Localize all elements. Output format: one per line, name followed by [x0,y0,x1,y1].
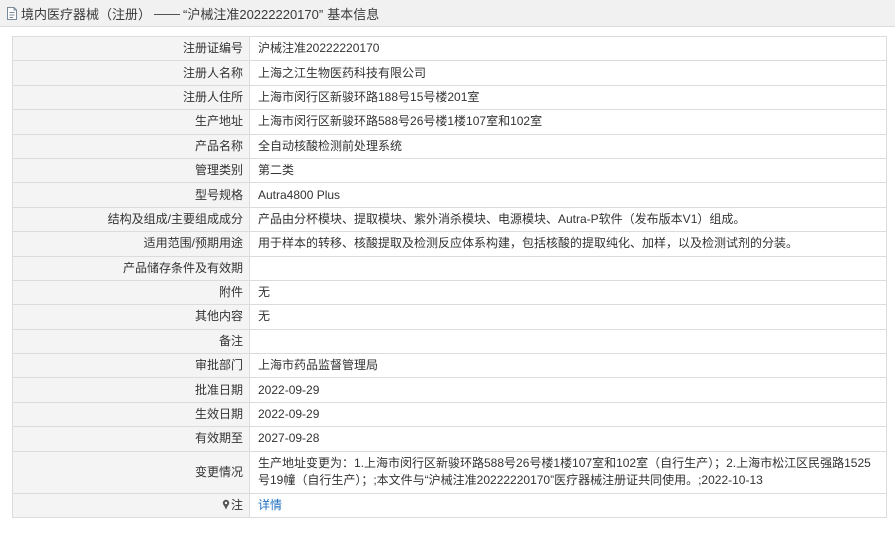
row-label: 注册人住所 [12,84,250,111]
row-value: 全自动核酸检测前处理系统 [249,133,887,159]
row-value [249,255,887,281]
page-header: 境内医疗器械（注册） —— “沪械注准20222220170” 基本信息 [0,0,895,27]
row-label-note: 注 [12,492,250,519]
table-row: 有效期至 2027-09-28 [12,426,887,452]
row-label: 适用范围/预期用途 [12,231,250,257]
header-separator: —— [154,5,181,21]
row-label: 其他内容 [12,304,250,330]
row-label: 审批部门 [12,353,250,379]
row-value: 无 [249,304,887,330]
row-label: 备注 [12,328,250,355]
row-value: 上海市闵行区新骏环路588号26号楼1楼107室和102室 [249,109,887,135]
header-category: 境内医疗器械（注册） [21,6,152,22]
pin-icon [222,499,230,510]
row-label: 变更情况 [12,450,250,494]
table-row: 注册人住所 上海市闵行区新骏环路188号15号楼201室 [12,84,887,111]
row-value: 产品由分杯模块、提取模块、紫外消杀模块、电源模块、Autra-P软件（发布版本V… [249,206,887,233]
row-value: 无 [249,279,887,306]
table-row: 产品名称 全自动核酸检测前处理系统 [12,133,887,159]
row-value: Autra4800 Plus [249,182,887,208]
document-icon [6,6,18,20]
table-row: 批准日期 2022-09-29 [12,377,887,403]
row-label: 结构及组成/主要组成成分 [12,206,250,233]
table-row: 管理类别 第二类 [12,157,887,184]
row-label: 产品名称 [12,133,250,159]
row-value-note: 详情 [249,492,887,519]
table-row: 审批部门 上海市药品监督管理局 [12,353,887,379]
row-value: 上海市闵行区新骏环路188号15号楼201室 [249,84,887,111]
table-row: 产品储存条件及有效期 [12,255,887,281]
table-row: 备注 [12,328,887,355]
detail-table: 注册证编号 沪械注准20222220170 注册人名称 上海之江生物医药科技有限公司… [12,35,887,519]
table-row: 附件无 [12,279,887,306]
details-link[interactable]: 详情 [258,498,282,512]
table-row: 变更情况 生产地址变更为：1.上海市闵行区新骏环路588号26号楼1楼107室和1… [12,450,887,494]
row-label: 生产地址 [12,109,250,135]
row-value: 用于样本的转移、核酸提取及检测反应体系构建，包括核酸的提取纯化、加样，以及检测试… [249,231,887,257]
row-label: 注册证编号 [12,35,250,62]
table-row: 生产地址 上海市闵行区新骏环路588号26号楼1楼107室和102室 [12,109,887,135]
row-label: 产品储存条件及有效期 [12,255,250,281]
row-label: 生效日期 [12,401,250,428]
header-suffix: 基本信息 [327,6,380,22]
table-row-note: 注 详情 [12,492,887,519]
row-value: 2027-09-28 [249,426,887,452]
row-value: 第二类 [249,157,887,184]
table-row: 型号规格 Autra4800 Plus [12,182,887,208]
row-label: 注册人名称 [12,60,250,86]
row-value [249,328,887,355]
table-row: 适用范围/预期用途 用于样本的转移、核酸提取及检测反应体系构建，包括核酸的提取纯化… [12,231,887,257]
row-label: 批准日期 [12,377,250,403]
row-label: 有效期至 [12,426,250,452]
row-value: 2022-09-29 [249,401,887,428]
note-label: 注 [230,497,243,512]
header-reg-number: “沪械注准20222220170” [183,6,324,22]
row-label: 附件 [12,279,250,306]
row-label: 管理类别 [12,157,250,184]
table-row: 生效日期 2022-09-29 [12,401,887,428]
row-value: 上海市药品监督管理局 [249,353,887,379]
row-label: 型号规格 [12,182,250,208]
row-value: 沪械注准20222220170 [249,35,887,62]
row-value: 生产地址变更为：1.上海市闵行区新骏环路588号26号楼1楼107室和102室（… [249,450,887,494]
table-row: 结构及组成/主要组成成分 产品由分杯模块、提取模块、紫外消杀模块、电源模块、Aut… [12,206,887,233]
table-row: 注册人名称 上海之江生物医药科技有限公司 [12,60,887,86]
table-row: 其他内容无 [12,304,887,330]
table-row: 注册证编号 沪械注准20222220170 [12,35,887,62]
row-value: 上海之江生物医药科技有限公司 [249,60,887,86]
row-value: 2022-09-29 [249,377,887,403]
